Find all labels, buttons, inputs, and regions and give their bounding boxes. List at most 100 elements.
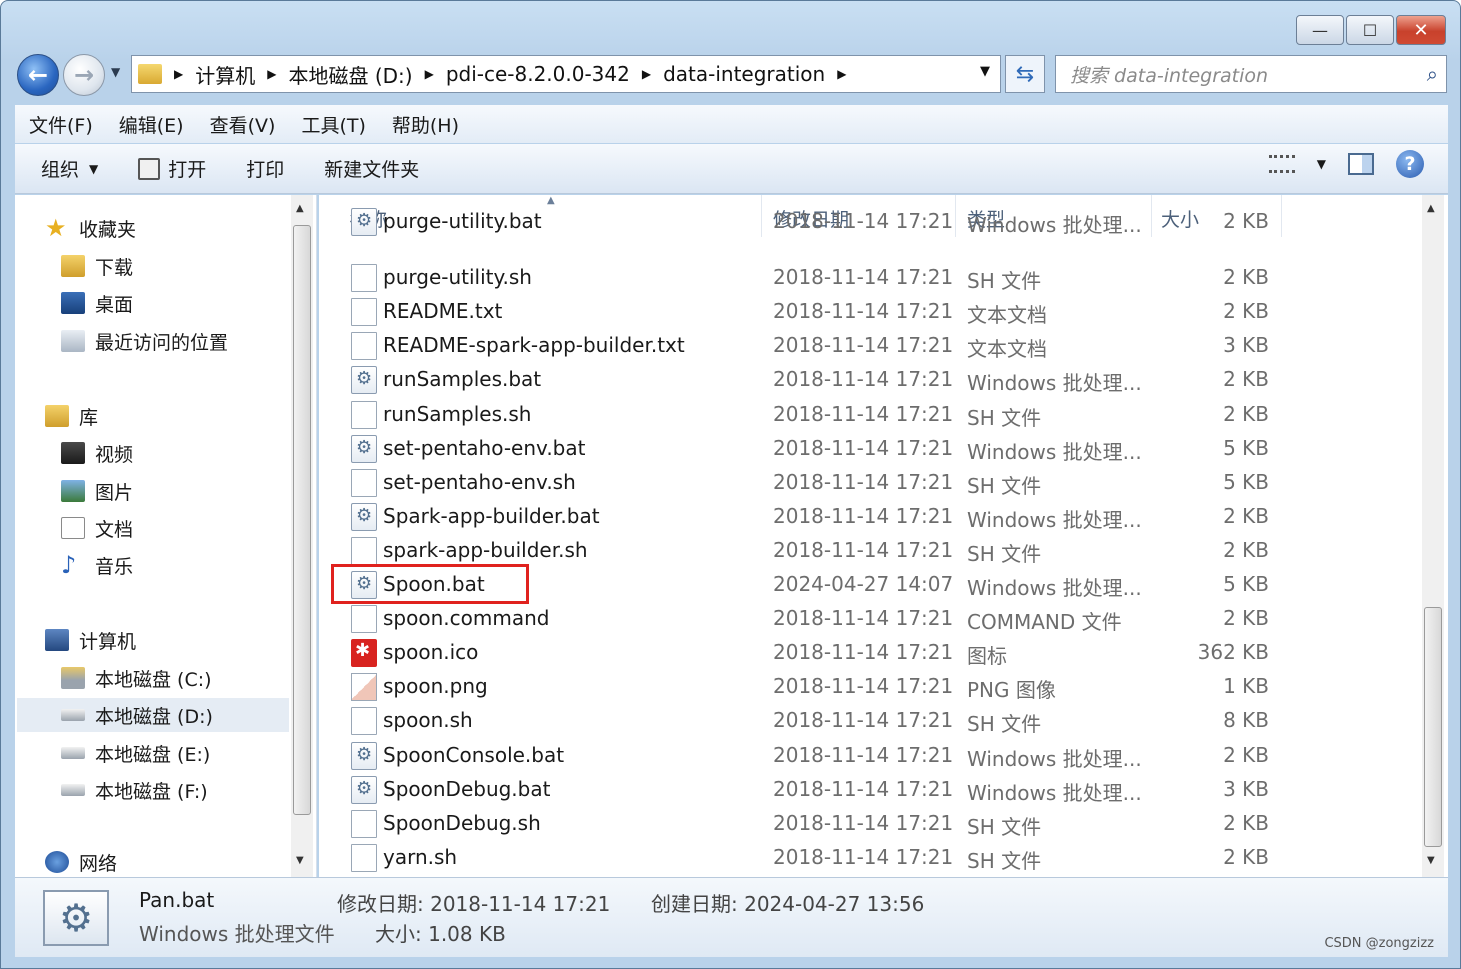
file-row[interactable]: spark-app-builder.sh 2018-11-14 17:21 SH 文…: [319, 534, 1419, 568]
file-type: SH 文件: [967, 814, 1042, 839]
organize-button[interactable]: 组织 ▼: [27, 149, 112, 189]
nav-scroll-thumb[interactable]: [293, 225, 311, 815]
arrow-left-icon: ←: [27, 61, 49, 89]
minimize-button[interactable]: —: [1296, 15, 1344, 45]
file-list-scroll-thumb[interactable]: [1424, 607, 1442, 847]
search-input[interactable]: 搜索 data-integration ⌕: [1055, 55, 1447, 93]
breadcrumb-data-integration[interactable]: data-integration: [663, 62, 825, 86]
spoon-ico-icon: [351, 639, 377, 668]
nav-label: 库: [79, 406, 99, 429]
forward-button[interactable]: →: [63, 54, 105, 96]
file-row[interactable]: set-pentaho-env.sh 2018-11-14 17:21 SH 文件 5…: [319, 466, 1419, 500]
file-date: 2018-11-14 17:21: [773, 674, 954, 699]
file-row[interactable]: purge-utility.sh 2018-11-14 17:21 SH 文件 2 K…: [319, 261, 1419, 295]
breadcrumb-separator[interactable]: ▶: [174, 67, 183, 81]
details-modified: 修改日期: 2018-11-14 17:21: [337, 892, 611, 916]
nav-libraries[interactable]: 库: [45, 399, 317, 433]
file-row[interactable]: runSamples.bat 2018-11-14 17:21 Windows 批处…: [319, 363, 1419, 397]
nav-favorites[interactable]: ★ 收藏夹: [45, 211, 317, 245]
file-size: 2 KB: [1223, 265, 1269, 290]
details-filetype: Windows 批处理文件: [139, 922, 335, 946]
file-row[interactable]: set-pentaho-env.bat 2018-11-14 17:21 Windo…: [319, 432, 1419, 466]
file-type: Windows 批处理...: [967, 213, 1142, 237]
address-dropdown-icon[interactable]: ▼: [980, 64, 990, 79]
file-date: 2024-04-27 14:07: [773, 572, 954, 596]
file-date: 2018-11-14 17:21: [773, 844, 954, 869]
menu-file[interactable]: 文件(F): [29, 111, 93, 138]
nav-label: 本地磁盘 (C:): [95, 668, 212, 691]
nav-label: 本地磁盘 (F:): [95, 780, 208, 803]
recent-pages-dropdown[interactable]: ▼: [111, 65, 120, 79]
view-options-icon[interactable]: [1268, 155, 1295, 173]
open-button[interactable]: 打开: [124, 149, 220, 189]
file-name: SpoonConsole.bat: [383, 742, 565, 767]
pictures-icon: [61, 480, 85, 502]
chevron-down-icon[interactable]: ▼: [1317, 157, 1326, 171]
command-bar-right: ▼ ?: [1268, 150, 1424, 178]
file-row[interactable]: purge-utility.bat 2018-11-14 17:21 Windows…: [319, 205, 1419, 239]
file-size: 5 KB: [1223, 572, 1269, 596]
close-button[interactable]: ✕: [1396, 15, 1446, 45]
help-icon[interactable]: ?: [1396, 150, 1424, 178]
command-bar: 组织 ▼ 打开 打印 新建文件夹 ▼ ?: [15, 144, 1448, 194]
menu-help[interactable]: 帮助(H): [392, 111, 459, 138]
file-name: set-pentaho-env.bat: [383, 435, 586, 460]
preview-pane-icon[interactable]: [1348, 153, 1374, 175]
file-row[interactable]: Spark-app-builder.bat 2018-11-14 17:21 Win…: [319, 500, 1419, 534]
file-row[interactable]: SpoonConsole.bat 2018-11-14 17:21 Windows …: [319, 739, 1419, 773]
watermark: CSDN @zongzizz: [1324, 936, 1434, 951]
file-date: 2018-11-14 17:21: [773, 606, 954, 631]
menu-edit[interactable]: 编辑(E): [119, 111, 184, 138]
file-size: 2 KB: [1223, 844, 1269, 869]
breadcrumb-separator[interactable]: ▶: [642, 67, 651, 81]
file-name: spark-app-builder.sh: [383, 537, 588, 562]
scroll-up-icon[interactable]: ▲: [296, 203, 304, 214]
refresh-button[interactable]: ⇆: [1005, 55, 1045, 93]
address-row: ← → ▼ ▶ 计算机 ▶ 本地磁盘 (D:) ▶ pdi-ce-8.2.0.0…: [15, 51, 1448, 99]
caption-buttons: — ☐ ✕: [1296, 15, 1446, 45]
nav-computer[interactable]: 计算机: [45, 623, 317, 657]
file-row[interactable]: README.txt 2018-11-14 17:21 文本文档 2 KB: [319, 295, 1419, 329]
back-button[interactable]: ←: [17, 54, 59, 96]
file-date: 2018-11-14 17:21: [773, 810, 954, 835]
file-row[interactable]: runSamples.sh 2018-11-14 17:21 SH 文件 2 KB: [319, 398, 1419, 432]
breadcrumb-pdi-folder[interactable]: pdi-ce-8.2.0.0-342: [446, 62, 630, 86]
file-row[interactable]: README-spark-app-builder.txt 2018-11-14 1…: [319, 329, 1419, 363]
address-bar[interactable]: ▶ 计算机 ▶ 本地磁盘 (D:) ▶ pdi-ce-8.2.0.0-342 ▶…: [131, 55, 1001, 93]
nav-scrollbar[interactable]: ▲ ▼: [291, 195, 313, 877]
new-folder-button[interactable]: 新建文件夹: [310, 149, 433, 189]
file-row[interactable]: yarn.sh 2018-11-14 17:21 SH 文件 2 KB: [319, 841, 1419, 875]
details-filename: Pan.bat: [139, 888, 215, 912]
file-list-scrollbar[interactable]: ▲ ▼: [1422, 195, 1444, 877]
file-row[interactable]: SpoonDebug.bat 2018-11-14 17:21 Windows 批处…: [319, 773, 1419, 807]
scroll-down-icon[interactable]: ▼: [1427, 855, 1435, 866]
navigation-pane: ★ 收藏夹 下载 桌面 最近访问的位置 库 视频 图片 文档 ♪ 音乐 计算机 …: [15, 195, 317, 877]
file-row[interactable]: SpoonDebug.sh 2018-11-14 17:21 SH 文件 2 KB: [319, 807, 1419, 841]
file-name: SpoonDebug.bat: [383, 776, 551, 801]
breadcrumb-separator[interactable]: ▶: [837, 67, 846, 81]
search-icon[interactable]: ⌕: [1427, 62, 1438, 86]
print-button[interactable]: 打印: [232, 149, 298, 189]
file-date: 2018-11-14 17:21: [773, 469, 954, 494]
nav-drive-d[interactable]: 本地磁盘 (D:): [17, 698, 289, 732]
breadcrumb-drive-d[interactable]: 本地磁盘 (D:): [288, 60, 412, 89]
file-row[interactable]: spoon.ico 2018-11-14 17:21 图标 362 KB: [319, 636, 1419, 670]
file-row[interactable]: spoon.png 2018-11-14 17:21 PNG 图像 1 KB: [319, 670, 1419, 704]
file-row[interactable]: spoon.sh 2018-11-14 17:21 SH 文件 8 KB: [319, 704, 1419, 738]
breadcrumb-computer[interactable]: 计算机: [195, 60, 255, 89]
file-row[interactable]: spoon.command 2018-11-14 17:21 COMMAND 文件 2…: [319, 602, 1419, 636]
batch-file-icon: [351, 741, 377, 770]
video-icon: [61, 442, 85, 464]
menu-view[interactable]: 查看(V): [210, 111, 276, 138]
scroll-down-icon[interactable]: ▼: [296, 855, 304, 866]
batch-file-large-icon: ⚙: [43, 890, 109, 946]
network-icon: [45, 851, 69, 873]
breadcrumb-separator[interactable]: ▶: [425, 67, 434, 81]
file-name: SpoonDebug.sh: [383, 810, 541, 835]
breadcrumb-separator[interactable]: ▶: [267, 67, 276, 81]
menu-tools[interactable]: 工具(T): [301, 111, 365, 138]
scroll-up-icon[interactable]: ▲: [1427, 203, 1435, 214]
nav-network[interactable]: 网络: [45, 847, 317, 877]
file-date: 2018-11-14 17:21: [773, 503, 954, 528]
maximize-button[interactable]: ☐: [1346, 15, 1394, 45]
